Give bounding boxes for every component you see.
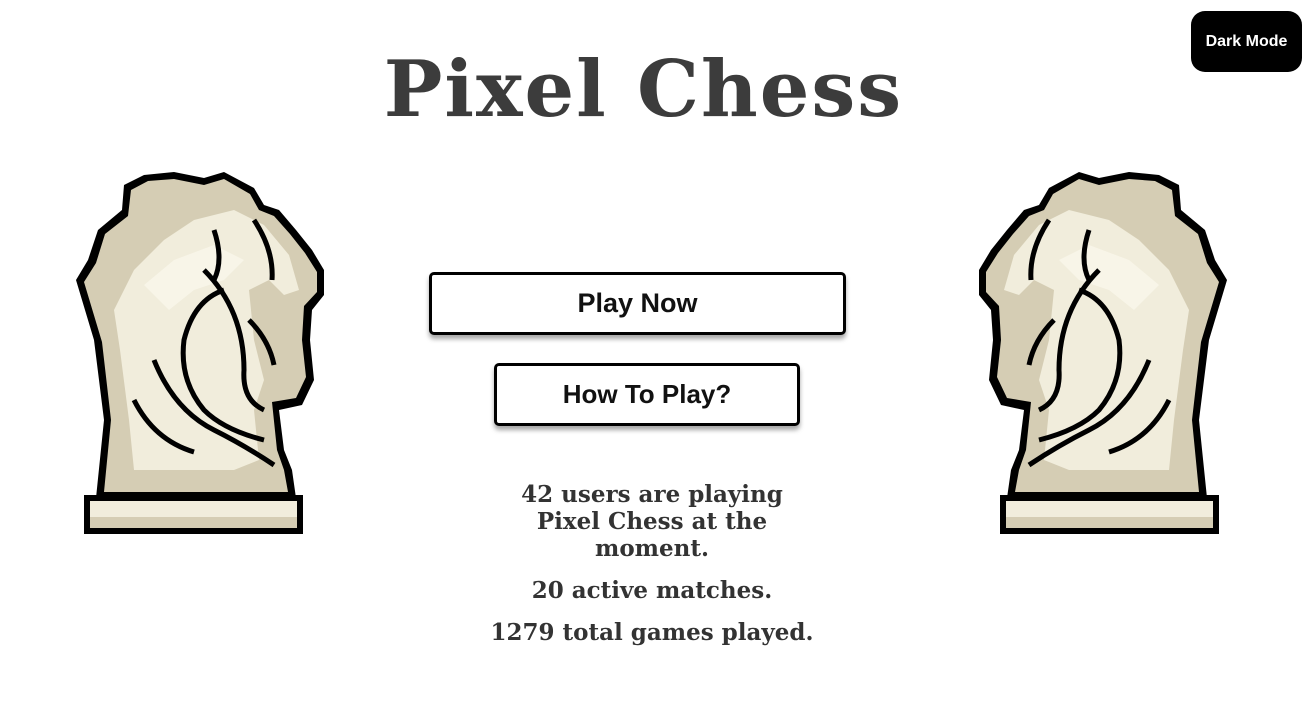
active-users-text: 42 users are playing Pixel Chess at the … (521, 481, 783, 562)
active-matches-text: 20 active matches. (531, 577, 773, 604)
knight-icon (977, 170, 1229, 536)
play-now-button[interactable]: Play Now (429, 272, 846, 335)
total-games-text: 1279 total games played. (490, 619, 814, 646)
page-title: Pixel Chess (383, 44, 904, 135)
page: Dark Mode Pixel Chess Play Now How To Pl… (0, 0, 1313, 710)
knight-icon (74, 170, 326, 536)
how-to-play-button[interactable]: How To Play? (494, 363, 800, 426)
